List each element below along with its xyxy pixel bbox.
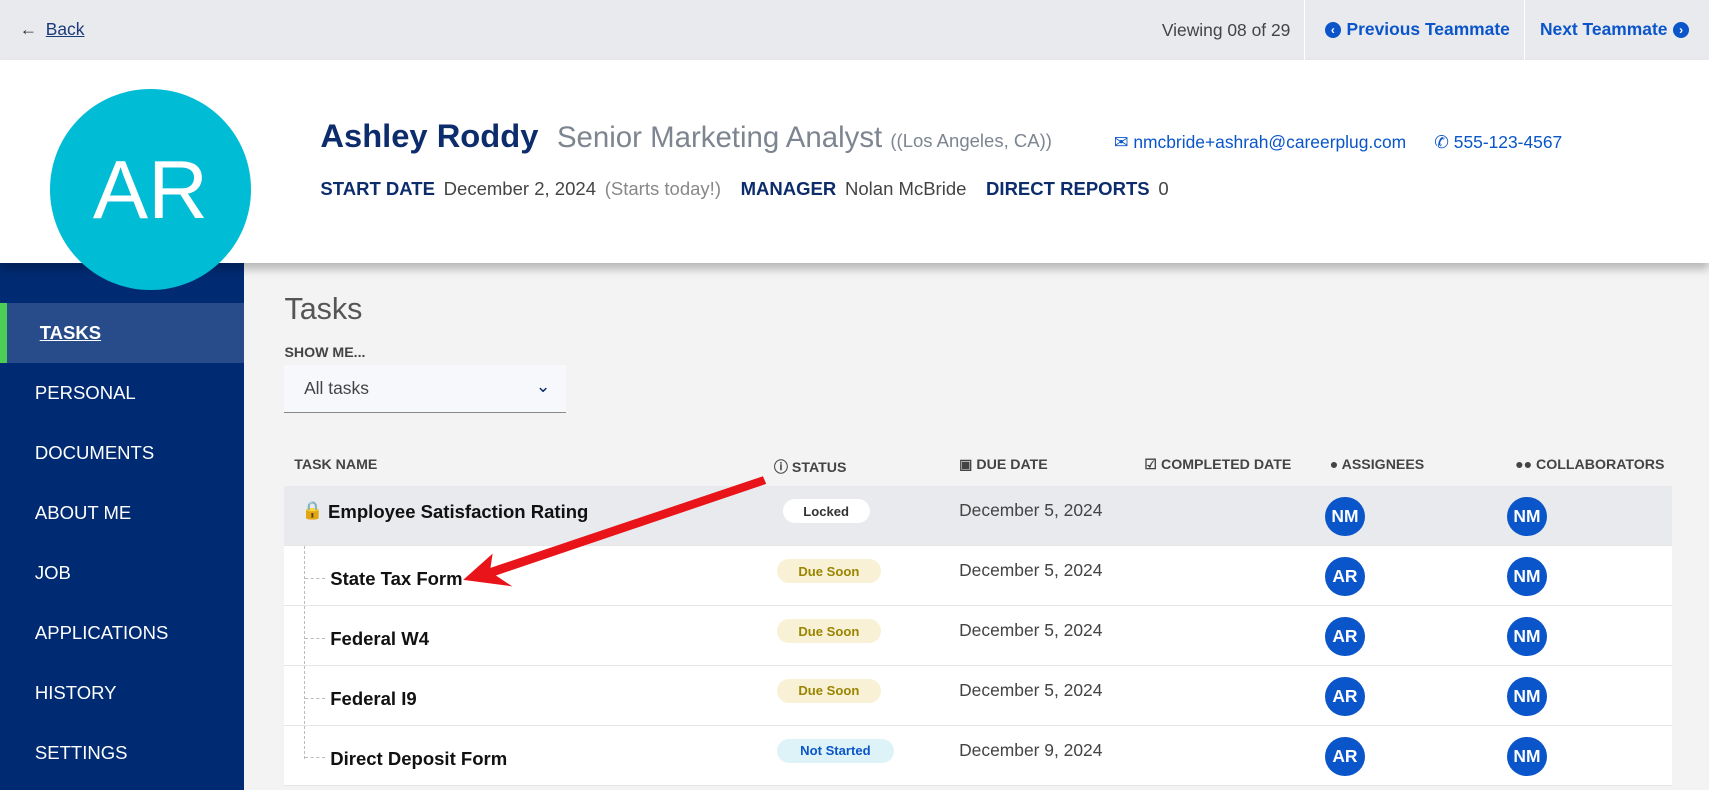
- collaborator-avatar[interactable]: NM: [1507, 616, 1547, 657]
- location: ((Los Angeles, CA)): [890, 129, 1052, 151]
- status-badge: Due Soon: [777, 619, 881, 644]
- assignee-avatar[interactable]: NM: [1325, 496, 1365, 537]
- sidebar-item-personal[interactable]: PERSONAL: [0, 363, 244, 423]
- top-bar: ← Back Viewing 08 of 29 ‹ Previous Teammat…: [0, 0, 1709, 60]
- next-teammate-button[interactable]: Next Teammate ›: [1523, 0, 1709, 60]
- collaborator-avatar[interactable]: NM: [1507, 676, 1547, 717]
- user-icon: ●: [1329, 456, 1342, 473]
- start-date-label: START DATE: [320, 177, 435, 199]
- column-due-date[interactable]: ▣ DUE DATE: [959, 457, 1048, 473]
- task-filter-select[interactable]: All tasks ⌄: [284, 365, 566, 414]
- due-date: December 5, 2024: [959, 680, 1103, 701]
- assignee-avatar[interactable]: AR: [1325, 556, 1365, 597]
- sidebar-item-history[interactable]: HISTORY: [0, 663, 244, 723]
- column-status[interactable]: ⓘ STATUS: [774, 457, 847, 477]
- table-row[interactable]: Direct Deposit Form Not Started December…: [284, 725, 1672, 786]
- sidebar-item-tasks[interactable]: TASKS: [0, 302, 245, 363]
- due-date: December 5, 2024: [959, 620, 1103, 641]
- phone-link[interactable]: ✆ 555-123-4567: [1434, 132, 1562, 153]
- previous-teammate-button[interactable]: ‹ Previous Teammate: [1303, 0, 1525, 60]
- status-badge: Due Soon: [777, 679, 881, 703]
- due-date: December 9, 2024: [959, 740, 1103, 761]
- tree-branch: [305, 637, 325, 639]
- assignee-avatar[interactable]: AR: [1325, 676, 1365, 717]
- tree-branch: [305, 577, 325, 579]
- next-label: Next Teammate: [1539, 19, 1668, 40]
- completed-header-label: COMPLETED DATE: [1161, 456, 1292, 473]
- employee-title: Senior Marketing Analyst ((Los Angeles, …: [557, 121, 1052, 155]
- info-icon: ⓘ: [773, 459, 792, 476]
- start-date-value: December 2, 2024: [443, 177, 596, 199]
- viewing-count: Viewing 08 of 29: [1161, 19, 1291, 40]
- column-completed-date[interactable]: ☑ COMPLETED DATE: [1144, 457, 1291, 473]
- tree-branch: [305, 757, 325, 759]
- tree-branch: [305, 697, 325, 699]
- start-note: (Starts today!): [604, 177, 721, 199]
- page-title: Tasks: [284, 292, 363, 327]
- calendar-icon: ▣: [959, 456, 977, 473]
- column-collaborators[interactable]: ●● COLLABORATORS: [1515, 457, 1665, 473]
- task-name[interactable]: Direct Deposit Form: [330, 748, 507, 770]
- back-label: Back: [45, 18, 85, 39]
- assignee-avatar[interactable]: AR: [1325, 616, 1365, 657]
- prev-label: Previous Teammate: [1346, 19, 1510, 40]
- collaborator-avatar[interactable]: NM: [1507, 556, 1547, 597]
- chevron-down-icon: ⌄: [535, 376, 551, 396]
- tree-line: [304, 546, 305, 759]
- email-link[interactable]: ✉ nmcbride+ashrah@careerplug.com: [1114, 132, 1406, 153]
- email-text: nmcbride+ashrah@careerplug.com: [1133, 131, 1407, 152]
- chevron-right-icon: ›: [1672, 21, 1690, 39]
- collaborator-avatar[interactable]: NM: [1507, 736, 1547, 776]
- phone-icon: ✆: [1434, 131, 1454, 152]
- task-name[interactable]: State Tax Form: [330, 568, 462, 590]
- direct-reports-value: 0: [1158, 177, 1169, 199]
- manager-label: MANAGER: [740, 177, 837, 199]
- back-link[interactable]: ← Back: [20, 19, 85, 40]
- table-row[interactable]: 🔒 Employee Satisfaction Rating Locked Dec…: [284, 486, 1672, 546]
- due-date: December 5, 2024: [959, 500, 1103, 521]
- assignee-avatar[interactable]: AR: [1325, 736, 1365, 776]
- table-row[interactable]: Federal I9 Due Soon December 5, 2024 AR …: [284, 665, 1672, 726]
- sidebar-item-settings[interactable]: SETTINGS: [0, 723, 244, 783]
- assignees-header-label: ASSIGNEES: [1341, 456, 1425, 473]
- users-icon: ●●: [1514, 456, 1536, 473]
- task-name[interactable]: Federal I9: [330, 688, 416, 710]
- due-header-label: DUE DATE: [976, 456, 1048, 473]
- status-badge: Not Started: [777, 738, 894, 763]
- filter-value: All tasks: [304, 378, 369, 399]
- table-row[interactable]: State Tax Form Due Soon December 5, 2024…: [284, 546, 1672, 606]
- column-task-name[interactable]: TASK NAME: [294, 457, 377, 473]
- profile-header: [0, 59, 1709, 263]
- task-name[interactable]: Employee Satisfaction Rating: [328, 501, 588, 523]
- task-name[interactable]: Federal W4: [330, 628, 429, 650]
- status-header-label: STATUS: [791, 459, 847, 476]
- filter-label: SHOW ME...: [284, 345, 366, 362]
- manager-value: Nolan McBride: [845, 177, 967, 199]
- due-date: December 5, 2024: [959, 560, 1103, 581]
- page: ← Back Viewing 08 of 29 ‹ Previous Teammat…: [0, 0, 1709, 790]
- column-assignees[interactable]: ● ASSIGNEES: [1330, 457, 1425, 473]
- sidebar-item-applications[interactable]: APPLICATIONS: [0, 603, 244, 663]
- status-badge: Due Soon: [777, 559, 881, 584]
- sidebar-item-about-me[interactable]: ABOUT ME: [0, 483, 244, 543]
- chevron-left-icon: ‹: [1324, 21, 1342, 39]
- arrow-left-icon: ←: [19, 18, 38, 39]
- direct-reports-label: DIRECT REPORTS: [986, 177, 1150, 199]
- sidebar-item-job[interactable]: JOB: [0, 543, 244, 603]
- envelope-icon: ✉: [1113, 131, 1134, 152]
- phone-text: 555-123-4567: [1453, 131, 1563, 152]
- profile-meta: START DATE December 2, 2024 (Starts today!…: [320, 178, 1168, 200]
- collaborator-avatar[interactable]: NM: [1507, 496, 1547, 537]
- avatar: AR: [50, 89, 251, 290]
- sidebar-item-documents[interactable]: DOCUMENTS: [0, 423, 244, 483]
- lock-icon: 🔒: [301, 500, 324, 521]
- status-badge: Locked: [782, 499, 870, 524]
- calendar-check-icon: ☑: [1144, 456, 1162, 473]
- table-row[interactable]: Federal W4 Due Soon December 5, 2024 AR …: [284, 605, 1672, 666]
- sidebar: TASKS PERSONAL DOCUMENTS ABOUT ME JOB AP…: [0, 262, 245, 790]
- employee-name: Ashley Roddy: [320, 116, 539, 154]
- job-title: Senior Marketing Analyst: [556, 120, 883, 154]
- collaborators-header-label: COLLABORATORS: [1536, 456, 1665, 473]
